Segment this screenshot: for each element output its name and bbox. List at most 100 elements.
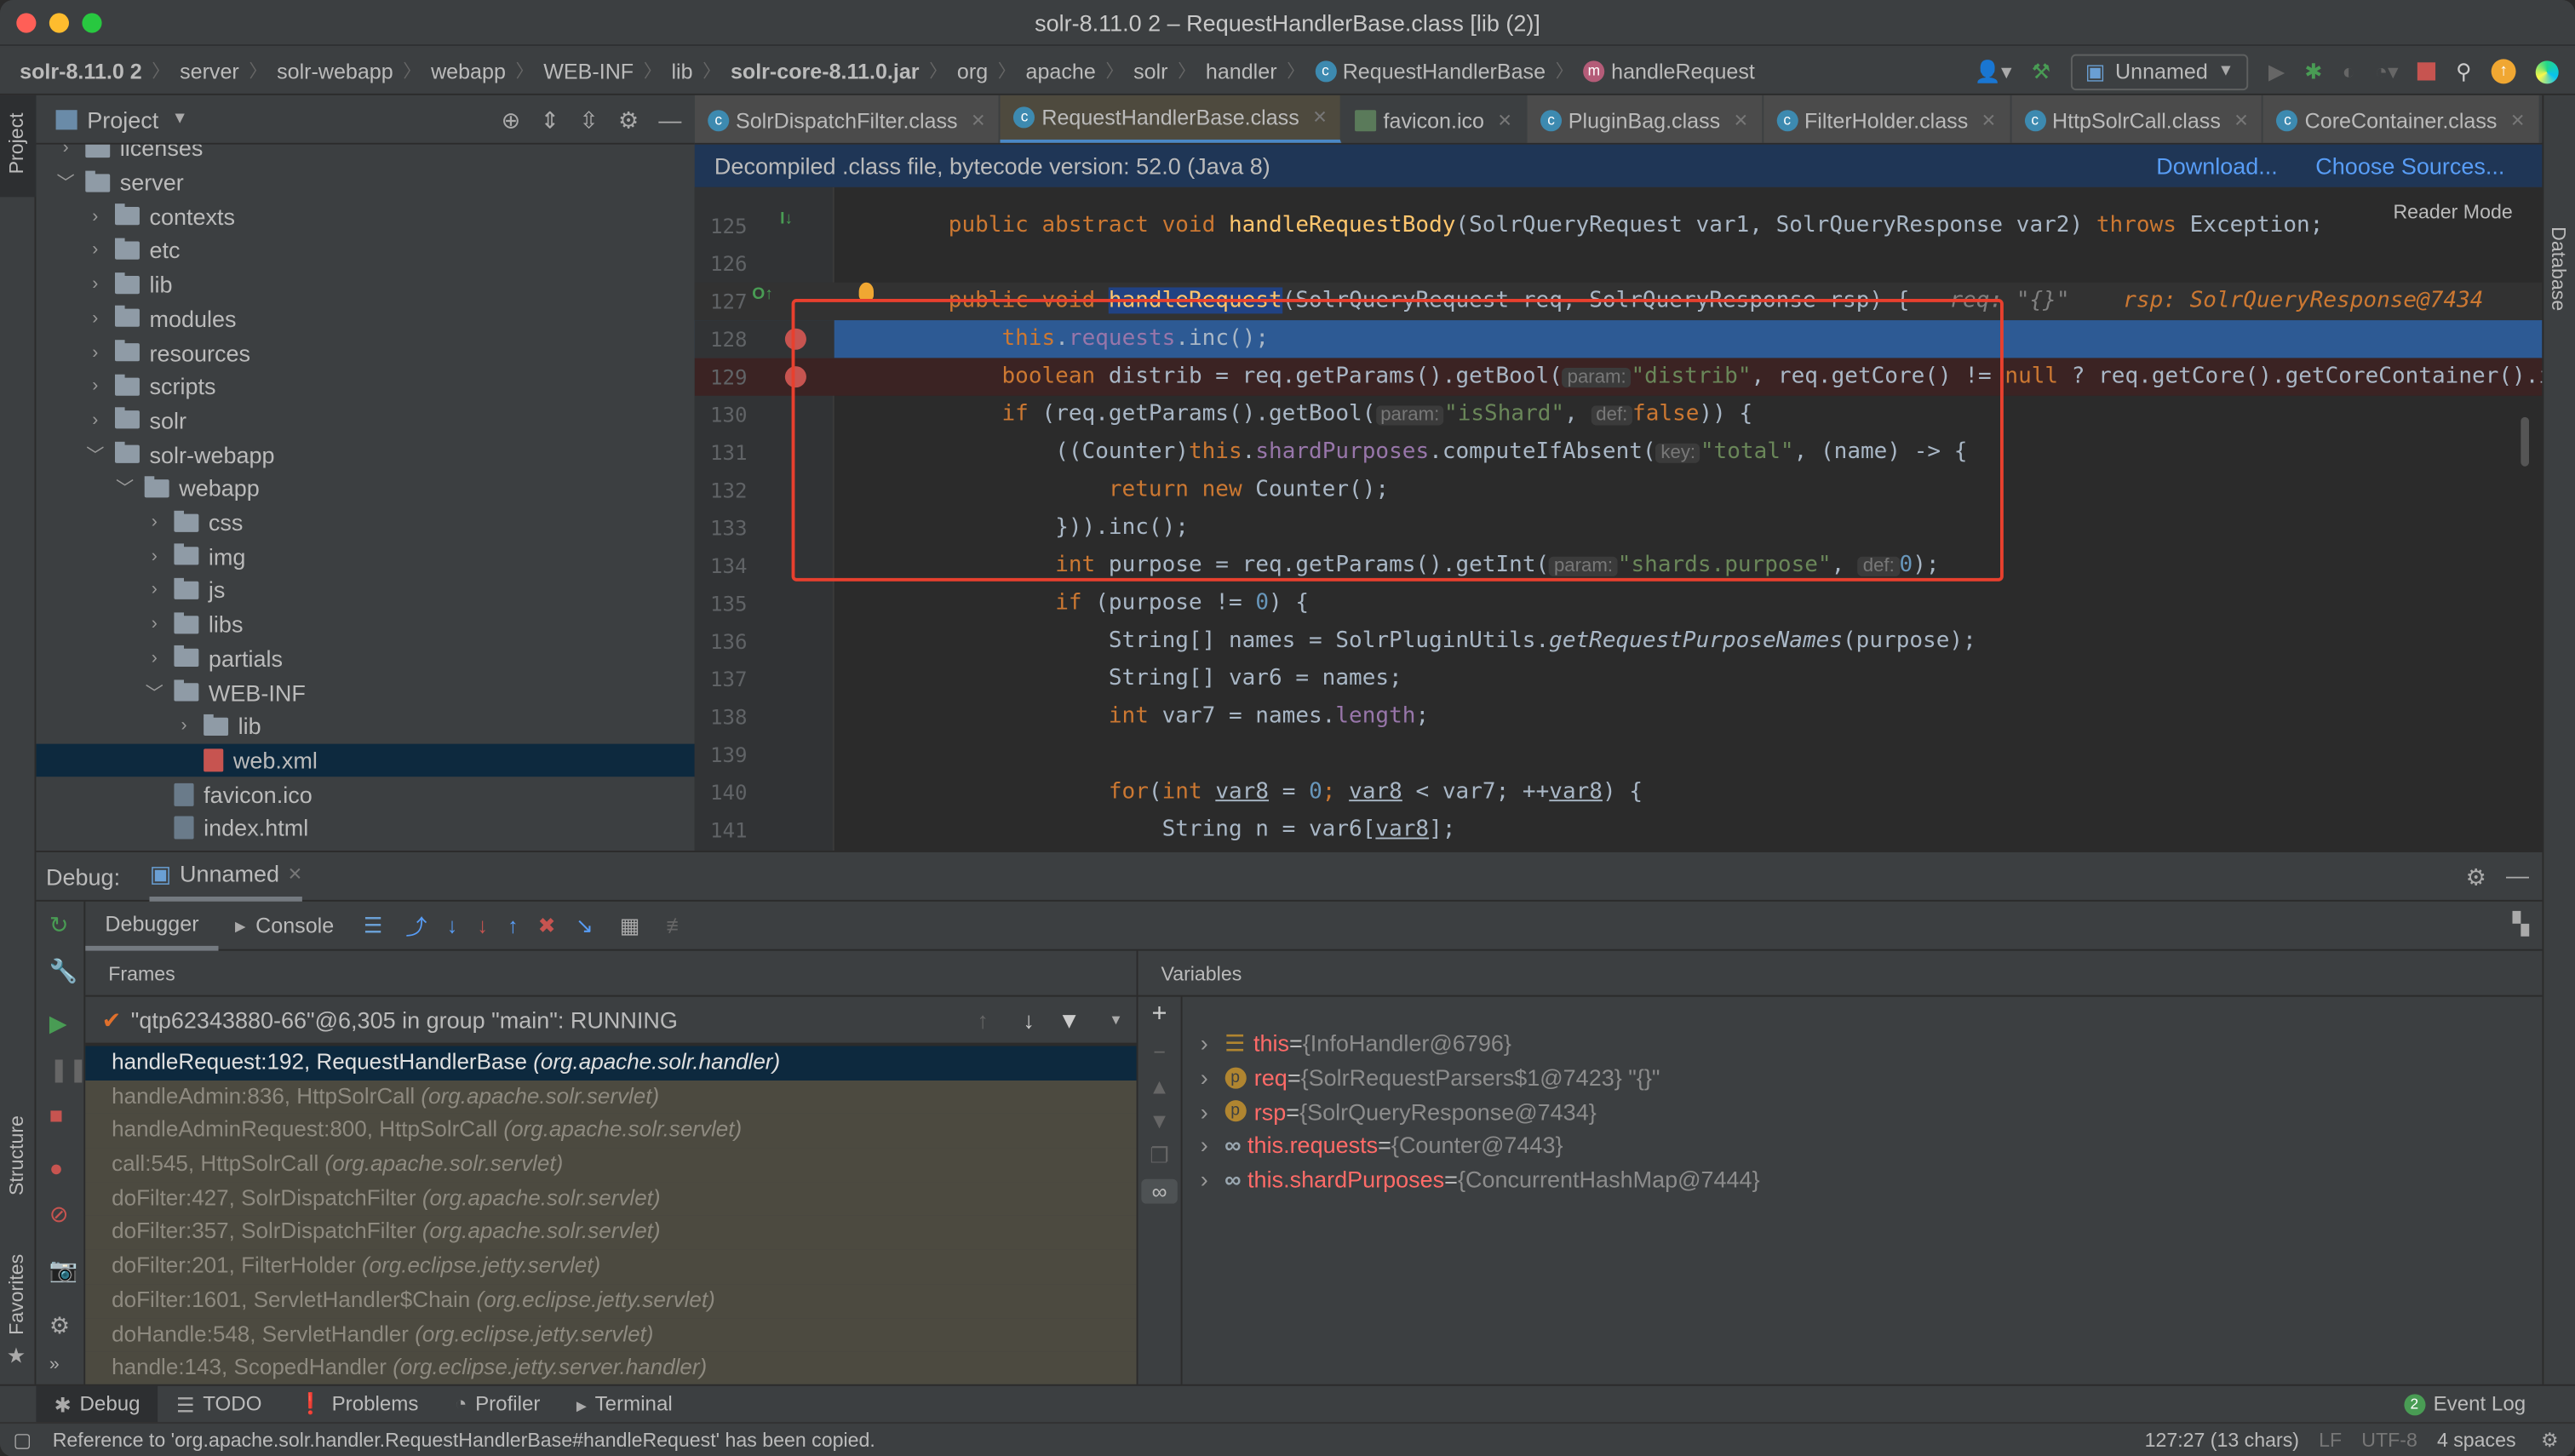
variable-row[interactable]: › p req = {SolrRequestParsers$1@7423} "{}": [1201, 1060, 1660, 1094]
chevron-right-icon[interactable]: ›: [145, 581, 164, 600]
implemented-icon[interactable]: I↓: [780, 210, 793, 228]
tree-item-solr-webapp[interactable]: ﹀ solr-webapp: [36, 438, 694, 472]
chevron-right-icon[interactable]: ›: [85, 206, 105, 226]
project-tool-button[interactable]: Project: [0, 95, 37, 198]
chevron-right-icon[interactable]: ›: [56, 145, 76, 158]
tree-item-resources[interactable]: › resources: [36, 335, 694, 370]
resume-icon[interactable]: ▶: [49, 1010, 67, 1038]
next-frame-icon[interactable]: ↓: [1023, 1006, 1035, 1033]
overrides-icon[interactable]: O↑: [752, 286, 773, 304]
tab-filterholder-class[interactable]: c FilterHolder.class ✕: [1763, 95, 2011, 143]
chevron-right-icon[interactable]: ›: [174, 716, 193, 736]
plugin-logo-icon[interactable]: [2535, 60, 2559, 83]
tab-httpsolrcall-class[interactable]: c HttpSolrCall.class ✕: [2010, 95, 2264, 143]
tree-item-scripts[interactable]: › scripts: [36, 370, 694, 404]
code-line[interactable]: 138 int var7 = names.length;: [695, 697, 2543, 735]
breadcrumb-item[interactable]: solr-8.11.0 2: [20, 58, 142, 83]
chevron-right-icon[interactable]: ›: [1201, 1132, 1208, 1159]
view-breakpoints-icon[interactable]: ●: [49, 1155, 63, 1181]
thread-selector[interactable]: ✔ "qtp62343880-66"@6,305 in group "main"…: [85, 997, 1137, 1046]
chevron-right-icon[interactable]: ›: [1201, 1167, 1208, 1193]
stop-icon[interactable]: [2417, 62, 2436, 81]
variable-row[interactable]: › ☰ this = {InfoHandler@6796}: [1201, 1026, 1511, 1060]
hide-debug-icon[interactable]: —: [2506, 862, 2529, 888]
tree-item-img[interactable]: › img: [36, 539, 694, 573]
stack-frame[interactable]: doHandle:548, ServletHandler (org.eclips…: [85, 1317, 1137, 1352]
file-encoding[interactable]: UTF-8: [2361, 1429, 2417, 1452]
run-config-selector[interactable]: ▣ Unnamed ▼: [2070, 53, 2249, 90]
chevron-right-icon[interactable]: ›: [1201, 1064, 1208, 1091]
close-tab-icon[interactable]: ✕: [1981, 109, 1997, 130]
chevron-right-icon[interactable]: ›: [145, 615, 164, 634]
tree-item-server[interactable]: ﹀ server: [36, 165, 694, 199]
code-line[interactable]: 137 String[] var6 = names;: [695, 659, 2543, 696]
stack-frame[interactable]: handleAdmin:836, HttpSolrCall (org.apach…: [85, 1080, 1137, 1115]
tree-item-favicon-ico[interactable]: favicon.ico: [36, 777, 694, 811]
chevron-right-icon[interactable]: ›: [145, 513, 164, 532]
breadcrumb-item[interactable]: handler: [1206, 58, 1277, 83]
tool-tab-profiler[interactable]: ◔ Profiler: [437, 1385, 559, 1423]
show-execution-point-icon[interactable]: ⤴: [405, 909, 427, 941]
event-log-button[interactable]: 2 Event Log: [2403, 1392, 2526, 1415]
code-line[interactable]: 140 for(int var8 = 0; var8 < var7; ++var…: [695, 772, 2543, 810]
previous-frame-icon[interactable]: ↑: [977, 1006, 989, 1033]
pause-icon[interactable]: ❚❚: [49, 1056, 88, 1084]
stack-frame[interactable]: doFilter:201, FilterHolder (org.eclipse.…: [85, 1249, 1137, 1284]
debug-settings-gear-icon[interactable]: ⚙: [2466, 863, 2486, 891]
inspection-icon[interactable]: ⚙: [2541, 1429, 2559, 1452]
tree-item-libs[interactable]: › libs: [36, 607, 694, 641]
favorites-tool-button[interactable]: Favorites: [5, 1254, 28, 1335]
gear-icon[interactable]: ⚙: [618, 106, 639, 134]
breadcrumb-item[interactable]: org: [957, 58, 988, 83]
code-line[interactable]: 141 String n = var6[var8];: [695, 811, 2543, 848]
breadcrumb-item[interactable]: lib: [671, 58, 692, 83]
layout-lines-icon[interactable]: ☰: [364, 912, 382, 938]
download-link[interactable]: Download...: [2156, 152, 2278, 179]
stack-frame[interactable]: call:545, HttpSolrCall (org.apache.solr.…: [85, 1148, 1137, 1183]
tree-item-js[interactable]: › js: [36, 573, 694, 607]
code-line[interactable]: 139: [695, 735, 2543, 772]
variable-row[interactable]: › ∞ this.requests = {Counter@7443}: [1201, 1128, 1563, 1162]
tab-solrdispatchfilter-class[interactable]: c SolrDispatchFilter.class ✕: [694, 95, 1001, 143]
breadcrumb-item[interactable]: solr-core-8.11.0.jar: [731, 58, 920, 83]
chevron-right-icon[interactable]: ›: [85, 274, 105, 294]
close-session-icon[interactable]: ✕: [288, 863, 303, 884]
code-line[interactable]: 125 public abstract void handleRequestBo…: [695, 206, 2543, 244]
filter-icon[interactable]: ▼: [1058, 1006, 1081, 1033]
profile-icon[interactable]: ◔▾: [2375, 58, 2399, 84]
minimize-window-button[interactable]: [49, 13, 69, 33]
build-hammer-icon[interactable]: ⚒: [2032, 58, 2050, 84]
close-tab-icon[interactable]: ✕: [2234, 109, 2249, 130]
vcs-user-icon[interactable]: 👤▾: [1975, 58, 2012, 84]
tree-item-webapp[interactable]: ﹀ webapp: [36, 471, 694, 505]
tree-item-contexts[interactable]: › contexts: [36, 199, 694, 233]
structure-tool-button[interactable]: Structure: [5, 1115, 28, 1195]
stack-frame[interactable]: doFilter:427, SolrDispatchFilter (org.ap…: [85, 1182, 1137, 1216]
locate-file-icon[interactable]: ⊕: [502, 106, 521, 134]
variable-row[interactable]: › p rsp = {SolrQueryResponse@7434}: [1201, 1094, 1597, 1128]
camera-icon[interactable]: 📷: [49, 1256, 78, 1284]
code-line[interactable]: 135 if (purpose != 0) {: [695, 584, 2543, 622]
close-window-button[interactable]: [16, 13, 37, 33]
breadcrumb-item[interactable]: m handleRequest: [1583, 58, 1755, 83]
search-icon[interactable]: ⚲: [2456, 58, 2471, 84]
stop-debug-icon[interactable]: ■: [49, 1102, 63, 1128]
breadcrumb-item[interactable]: server: [180, 58, 239, 83]
breadcrumb-item[interactable]: WEB-INF: [543, 58, 634, 83]
tree-item-licenses[interactable]: › licenses: [36, 144, 694, 165]
close-tab-icon[interactable]: ✕: [1312, 106, 1328, 128]
tab-debugger[interactable]: Debugger: [85, 901, 219, 950]
tree-item-lib[interactable]: › lib: [36, 267, 694, 301]
copy-icon[interactable]: ❐: [1138, 1143, 1180, 1169]
add-watch-icon[interactable]: +: [1138, 1000, 1180, 1029]
mute-breakpoints-icon[interactable]: ⊘: [49, 1201, 69, 1229]
code-line[interactable]: 126: [695, 244, 2543, 281]
chevron-down-icon[interactable]: ﹀: [85, 441, 105, 467]
step-over-icon[interactable]: ↓: [447, 913, 458, 937]
close-tab-icon[interactable]: ✕: [1734, 109, 1749, 130]
coverage-icon[interactable]: ◐: [2343, 59, 2355, 83]
tree-item-web-inf[interactable]: ﹀ WEB-INF: [36, 675, 694, 709]
tool-tab-terminal[interactable]: ▸ Terminal: [559, 1385, 691, 1423]
chevron-right-icon[interactable]: ›: [85, 342, 105, 362]
chevron-down-icon[interactable]: ▼: [172, 110, 188, 128]
